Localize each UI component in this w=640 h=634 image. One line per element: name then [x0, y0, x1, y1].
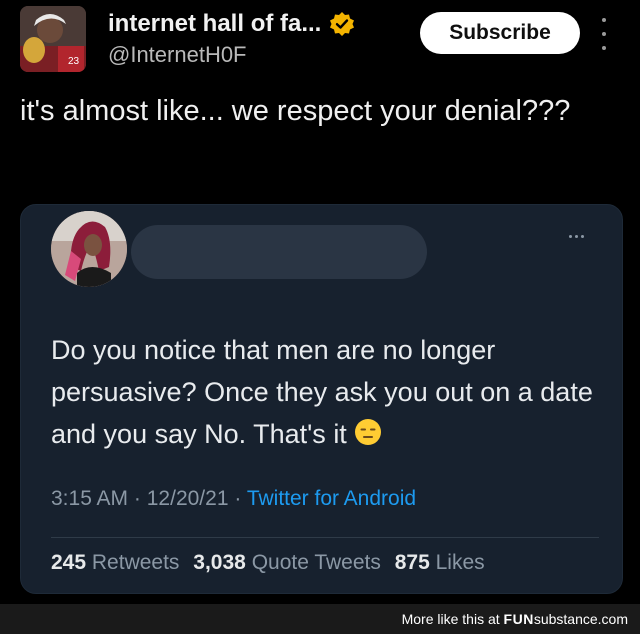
separator-dot: ·	[133, 487, 141, 510]
separator-dot: ·	[234, 487, 242, 510]
quote-tweets-stat[interactable]: 3,038 Quote Tweets	[193, 551, 381, 574]
channel-avatar[interactable]: 23	[20, 6, 86, 72]
footer-brand-rest: substance.com	[533, 611, 628, 627]
verified-badge-icon	[329, 11, 355, 37]
channel-name[interactable]: internet hall of fa...	[108, 10, 321, 38]
likes-label: Likes	[435, 551, 485, 574]
tweet-text: Do you notice that men are no longer per…	[51, 329, 599, 455]
likes-count: 875	[394, 551, 430, 574]
blurred-username	[131, 225, 427, 279]
tweet-timestamp: 3:15 AM · 12/20/21 · Twitter for Android	[51, 487, 416, 511]
watermark-footer: More like this at FUNsubstance.com	[0, 604, 640, 634]
post-caption: it's almost like... we respect your deni…	[20, 95, 571, 127]
tweet-author-avatar[interactable]	[51, 211, 127, 287]
tweet-date: 12/20/21	[146, 487, 229, 510]
tweet-body: Do you notice that men are no longer per…	[51, 335, 593, 449]
quoted-tweet-card[interactable]: Do you notice that men are no longer per…	[20, 204, 623, 594]
channel-handle: @InternetH0F	[108, 42, 247, 67]
footer-text[interactable]: More like this at FUNsubstance.com	[402, 611, 628, 627]
footer-brand-bold: FUN	[503, 611, 534, 627]
tweet-options-icon[interactable]	[569, 235, 584, 238]
quotes-label: Quote Tweets	[251, 551, 381, 574]
retweets-count: 245	[51, 551, 87, 574]
expressionless-face-icon	[354, 416, 382, 445]
tweet-source-link[interactable]: Twitter for Android	[247, 487, 416, 510]
retweets-label: Retweets	[91, 551, 180, 574]
footer-prefix: More like this at	[401, 611, 500, 627]
tweet-time: 3:15 AM	[51, 487, 129, 510]
svg-text:23: 23	[68, 56, 80, 67]
tweet-stats: 245 Retweets 3,038 Quote Tweets 875 Like…	[51, 551, 485, 575]
divider	[51, 537, 599, 538]
more-options-icon[interactable]	[596, 18, 612, 50]
retweets-stat[interactable]: 245 Retweets	[51, 551, 179, 574]
subscribe-button[interactable]: Subscribe	[420, 12, 580, 54]
quotes-count: 3,038	[193, 551, 246, 574]
channel-header: 23 internet hall of fa... @InternetH0F S…	[0, 0, 640, 80]
likes-stat[interactable]: 875 Likes	[395, 551, 485, 574]
